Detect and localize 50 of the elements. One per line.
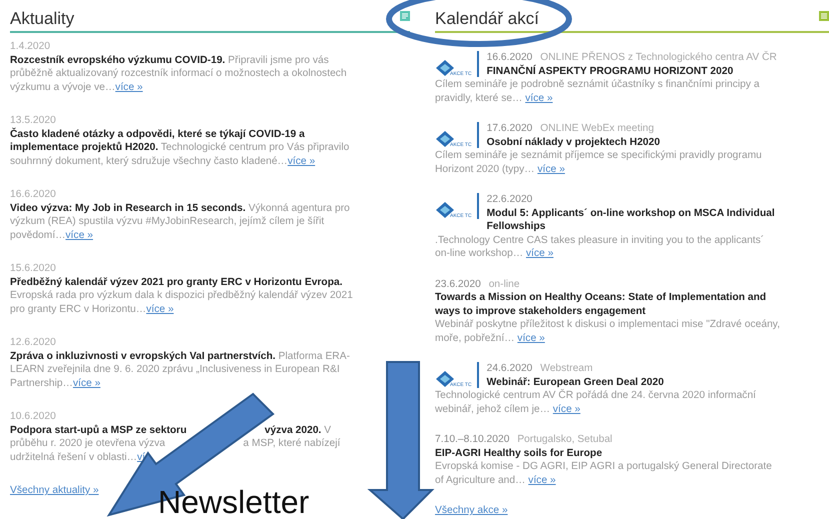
event-place: on-line xyxy=(488,278,520,290)
news-text: Zpráva o inkluzivnosti v evropských VaI partnerstvích. Platforma ERA-LEARN zveřejnila dne 9. 6. 2020 zprávu „Inclusiveness in European R&I Partnership…více » xyxy=(10,350,351,390)
more-link[interactable]: více » xyxy=(115,82,143,92)
news-text: Rozcestník evropského výzkumu COVID-19. Připravili jsme pro vás průběžně aktualizovaný rozcestník informací o možnostech a okolnostech výzkumu a vývoje ve…více » xyxy=(10,54,348,94)
more-link[interactable]: více » xyxy=(288,156,316,166)
event-date: 17.6.2020 xyxy=(486,123,532,134)
event-title[interactable]: Osobní náklady v projektech H2020 xyxy=(486,136,780,149)
event-summary: .Technology Centre CAS takes pleasure in inviting you to the applicants´ on-line workshop… více » xyxy=(435,234,766,260)
event-date: 16.6.2020 xyxy=(486,52,532,63)
event-place: Webstream xyxy=(540,363,593,374)
news-date: 16.6.2020 xyxy=(10,188,57,202)
event-summary: Cílem semináře je podrobně seznámit účastníky s finančními principy a pravidly, které se… více » xyxy=(435,78,760,105)
event-date: 7.10.–8.10.2020 xyxy=(435,434,510,445)
event-summary: Evropská komise - DG AGRI, EIP AGRI a portugalský General Directorate of Agriculture and… více » xyxy=(435,460,773,487)
event-title[interactable]: Modul 5: Applicants´ on-line workshop on MSCA Individual Fellowships xyxy=(486,206,780,234)
more-link[interactable]: více » xyxy=(66,230,94,240)
news-date: 15.6.2020 xyxy=(10,262,57,276)
section-title: Kalendář akcí xyxy=(435,8,539,26)
event-summary: Cílem semináře je seznámit příjemce se specifickými pravidly programu Horizont 2020 (typy… více » xyxy=(435,149,763,176)
more-link[interactable]: více » xyxy=(528,474,556,486)
event-date: 22.6.2020 xyxy=(486,194,532,205)
all-events-link[interactable]: Všechny akce » xyxy=(435,504,508,518)
news-text: Video výzva: My Job in Research in 15 seconds. Výkonná agentura pro výzkum (REA) spustila výzvu #MyJobinResearch, jejímž cílem je šířit povědomí…více » xyxy=(10,202,351,242)
more-link[interactable]: více » xyxy=(552,404,580,414)
event-place: ONLINE PŘENOS z Technologického centra AV ČR xyxy=(540,52,777,63)
more-link[interactable]: více » xyxy=(146,304,174,314)
more-link[interactable]: více » xyxy=(517,332,545,344)
event-summary: Technologické centrum AV ČR pořádá dne 24. června 2020 informační webinář, jehož cílem je… více » xyxy=(435,389,757,416)
more-link[interactable]: více » xyxy=(525,92,553,104)
event-date: 24.6.2020 xyxy=(486,363,532,374)
event-title[interactable]: EIP-AGRI Healthy soils for Europe xyxy=(435,446,780,460)
event-title[interactable]: Towards a Mission on Healthy Oceans: State of Implementation and ways to improve stakeholders engagement xyxy=(435,291,780,318)
news-date: 10.6.2020 xyxy=(10,410,57,424)
event-summary: Webinář poskytne příležitost k diskusi o implementaci mise "Zdravé oceány, moře, pobřežní… více » xyxy=(435,318,780,345)
event-title[interactable]: Webinář: European Green Deal 2020 xyxy=(486,376,780,389)
news-text: Často kladené otázky a odpovědi, které se týkají COVID-19 a implementace projektů H2020. Technologické centrum pro Vás připravilo souhrnný dokument, který sdružuje všechny často kladené…více » xyxy=(10,128,350,168)
event-date: 23.6.2020 xyxy=(435,278,481,290)
all-news-link[interactable]: Všechny aktuality » xyxy=(10,484,99,498)
section-title: Aktuality xyxy=(10,8,74,26)
news-date: 13.5.2020 xyxy=(10,114,57,128)
event-place: ONLINE WebEx meeting xyxy=(540,123,654,134)
event-place: Portugalsko, Setubal xyxy=(517,434,612,445)
news-text: Předběžný kalendář výzev 2021 pro granty ERC v Horizontu Evropa. Evropská rada pro výzkum dala k dispozici předběžný kalendář výzev 2021 pro granty ERC v Horizontu…více » xyxy=(10,276,354,316)
annotation-caption: Newsletter xyxy=(158,486,310,519)
more-link[interactable]: více » xyxy=(537,164,565,174)
event-title[interactable]: FINANČNÍ ASPEKTY PROGRAMU HORIZONT 2020 xyxy=(486,64,780,78)
more-link[interactable]: více » xyxy=(526,248,554,259)
news-date: 1.4.2020 xyxy=(10,40,52,54)
news-date: 12.6.2020 xyxy=(10,336,57,350)
more-link[interactable]: více » xyxy=(72,378,100,388)
